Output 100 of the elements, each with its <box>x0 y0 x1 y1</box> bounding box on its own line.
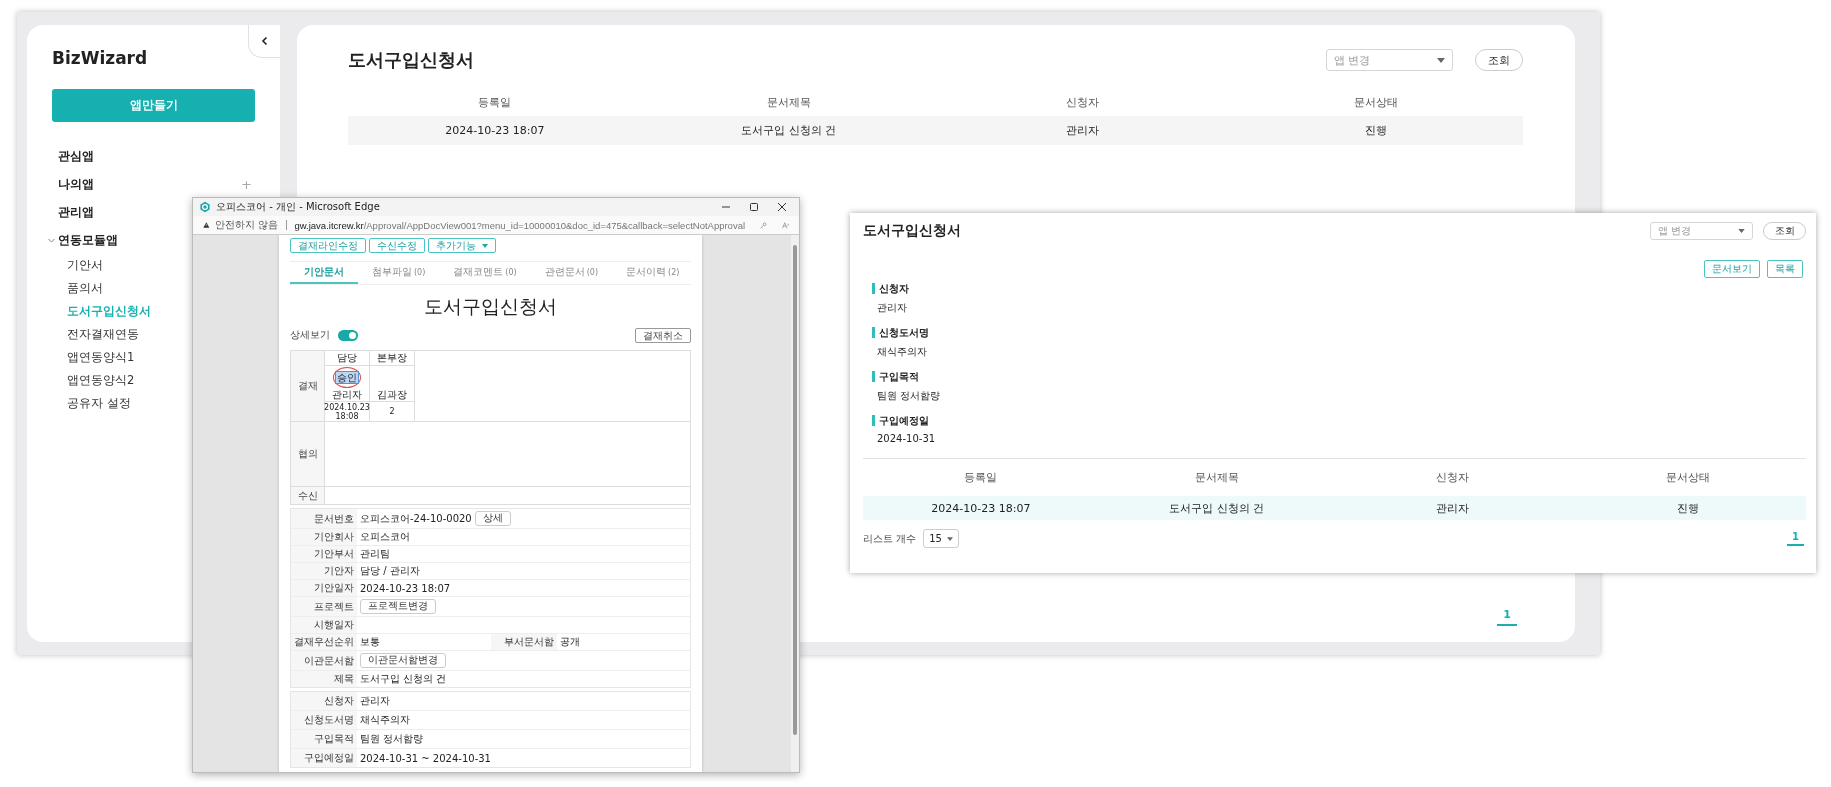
field-value: 팀원 정서함량 <box>876 389 942 403</box>
field-label: 구입예정일 <box>872 415 1806 426</box>
table-cell-text: 관리자 <box>1064 123 1100 138</box>
field-value: 관리자 <box>876 301 908 315</box>
detail-toggle[interactable] <box>338 329 358 341</box>
table-cell-text: 진행 <box>1364 123 1389 138</box>
field-value: 채식주의자 <box>360 713 410 727</box>
table-cell-text: 도서구입 신청의 건 <box>740 123 838 138</box>
field-label: 문서번호 <box>291 509 357 528</box>
sidebar-section[interactable]: 관리앱 <box>58 203 94 221</box>
scrollbar[interactable] <box>791 235 799 772</box>
list-count-select[interactable]: 15 <box>923 529 959 548</box>
field-value: 담당 / 관리자 <box>360 564 420 578</box>
page-title: 도서구입신청서 <box>348 48 474 72</box>
field-value: 관리자 <box>360 694 390 708</box>
collapse-button[interactable] <box>248 25 280 58</box>
sidebar-item[interactable]: 기안서 <box>58 254 103 277</box>
document-tab[interactable]: 첨부파일 (0) <box>358 262 440 284</box>
field-label: 결재우선순위 <box>291 634 357 650</box>
caret-icon <box>1437 57 1445 63</box>
toggle-label: 상세보기 <box>290 328 330 342</box>
sidebar-item[interactable]: 앱연동양식2 <box>58 369 135 392</box>
approver-role: 본부장 <box>370 351 414 366</box>
read-aloud-icon[interactable] <box>781 219 789 231</box>
table-cell-text: 진행 <box>1676 500 1701 516</box>
field-label: 기안자 <box>291 563 357 579</box>
field-value: 팀원 정서함량 <box>360 732 424 746</box>
table-cell-text: 2024-10-23 18:07 <box>930 501 1032 515</box>
field-value: 보통 <box>360 635 380 649</box>
row-label: 수신 <box>291 487 325 504</box>
document-tab[interactable]: 관련문서 (0) <box>530 262 613 284</box>
approval-date: 2024.10.23 <box>324 402 370 412</box>
column-header: 등록일 <box>477 95 513 110</box>
field-value: 2024-10-31 ~ 2024-10-31 <box>360 752 491 764</box>
security-warning: 안전하지 않음 <box>214 218 278 232</box>
caret-icon <box>482 243 488 248</box>
field-label: 신청자 <box>872 283 1806 294</box>
field-label: 구입목적 <box>872 371 1806 382</box>
sidebar-section[interactable]: 관심앱 <box>58 147 94 165</box>
table-cell-text: 도서구입 신청의 건 <box>1168 500 1266 516</box>
field-label: 구입목적 <box>291 730 357 748</box>
field-value: 도서구입 신청의 건 <box>360 672 447 686</box>
chevron-left-icon <box>259 36 270 46</box>
field-button[interactable]: 이관문서함변경 <box>360 653 446 668</box>
field-label: 이관문서함 <box>291 651 357 670</box>
column-header: 문서상태 <box>1665 470 1712 485</box>
column-header: 문서제목 <box>1193 470 1240 485</box>
column-header: 문서상태 <box>1353 95 1400 110</box>
sidebar-section[interactable]: 나의앱 <box>58 175 94 193</box>
field-value: 관리팀 <box>360 547 390 561</box>
sidebar-item[interactable]: 앱연동양식1 <box>58 346 135 369</box>
field-value: 2024-10-23 18:07 <box>360 582 451 594</box>
table-cell-text: 관리자 <box>1434 500 1470 516</box>
warning-icon <box>203 220 210 230</box>
field-value: 공개 <box>559 635 580 649</box>
search-button[interactable]: 조회 <box>1763 222 1806 240</box>
field-label: 신청도서명 <box>291 711 357 729</box>
field-value: 채식주의자 <box>876 345 928 359</box>
document-tab[interactable]: 결재코멘트 (0) <box>439 262 531 284</box>
field-label: 구입예정일 <box>291 749 357 767</box>
column-header: 등록일 <box>963 470 999 485</box>
sidebar-item[interactable]: 전자결재연동 <box>58 323 139 346</box>
approval-date: 2 <box>389 407 395 416</box>
document-title: 도서구입신청서 <box>423 294 558 319</box>
brand-logo: BizWizard <box>52 48 149 68</box>
address-field[interactable]: gw.java.itcrew.kr/Approval/AppDocView001?menu_id=10000010&doc_id=475&callback=selectNotApproval <box>294 219 746 231</box>
maximize-icon[interactable] <box>749 202 759 212</box>
field-button[interactable]: 프로젝트변경 <box>360 599 436 614</box>
window-title: 오피스코어 - 개인 - Microsoft Edge <box>216 200 380 214</box>
list-count-label: 리스트 개수 <box>863 531 917 546</box>
browser-logo-icon <box>199 201 211 213</box>
sidebar-section[interactable]: 연동모듈앱 <box>58 231 118 249</box>
caret-icon <box>946 536 953 541</box>
field-value: 오피스코어 <box>360 530 410 544</box>
field-label: 신청자 <box>291 692 357 710</box>
field-label: 기안부서 <box>291 546 357 562</box>
field-label: 제목 <box>291 671 357 687</box>
table-cell-text: 2024-10-23 18:07 <box>444 124 546 137</box>
field-button[interactable]: 상세 <box>474 511 511 526</box>
approver-name: 김과장 <box>370 388 414 402</box>
cancel-approval-button[interactable]: 결재취소 <box>635 327 691 343</box>
sidebar-item[interactable]: 품의서 <box>58 277 103 300</box>
field-label: 부서문서함 <box>490 634 557 650</box>
document-tab[interactable]: 문서이력 (2) <box>612 262 694 284</box>
field-label: 프로젝트 <box>291 597 357 616</box>
field-label: 시행일자 <box>291 617 357 633</box>
row-label: 협의 <box>291 422 325 486</box>
field-label: 신청도서명 <box>872 327 1806 338</box>
column-header: 신청자 <box>1064 95 1100 110</box>
key-icon[interactable] <box>760 219 767 231</box>
close-icon[interactable] <box>777 202 787 212</box>
field-label: 기안회사 <box>291 529 357 545</box>
field-value: 오피스코어-24-10-0020 <box>360 511 472 526</box>
caret-icon <box>1738 229 1745 233</box>
search-button[interactable]: 조회 <box>1475 49 1523 71</box>
row-label: 결재 <box>291 351 325 421</box>
sidebar-item[interactable]: 공유자 설정 <box>58 392 131 415</box>
approval-time: 18:08 <box>335 411 359 421</box>
panel-title: 도서구입신청서 <box>863 222 961 240</box>
field-label: 기안일자 <box>291 580 357 596</box>
